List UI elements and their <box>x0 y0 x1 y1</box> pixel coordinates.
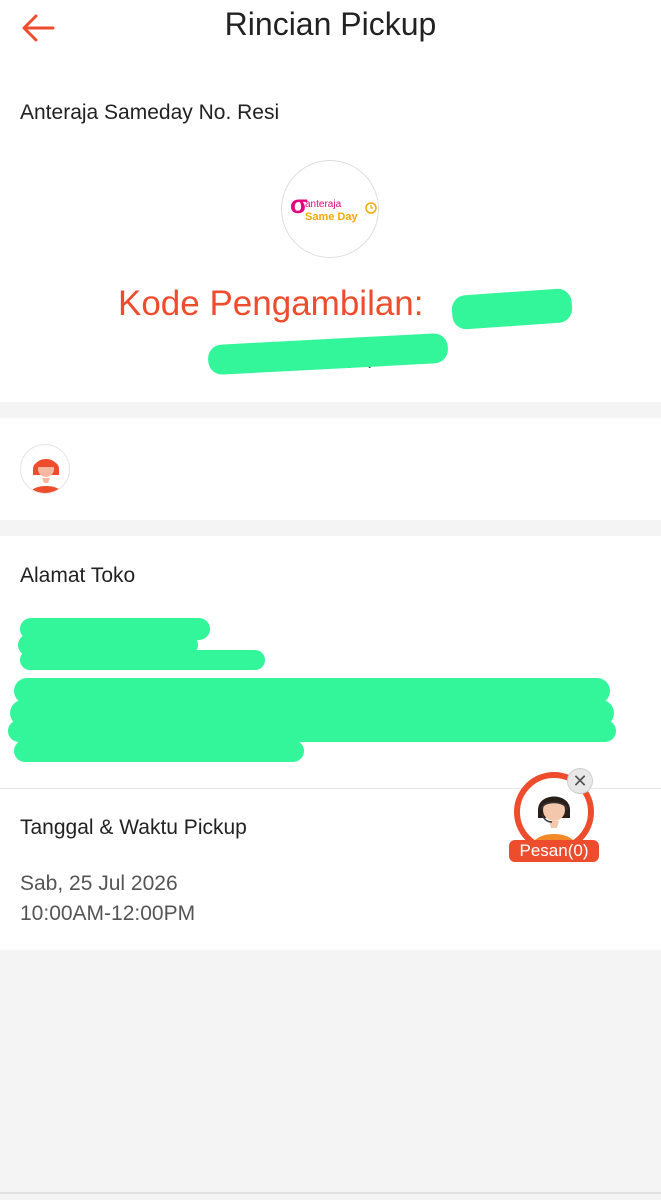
app-header: Rincian Pickup <box>0 0 661 56</box>
close-icon[interactable]: ✕ <box>567 768 593 794</box>
redaction-mark <box>207 332 449 376</box>
redaction-mark <box>20 650 265 670</box>
bottom-divider <box>0 1192 661 1194</box>
chat-message-badge: Pesan(0) <box>509 840 599 862</box>
pickup-time-range: 10:00AM-12:00PM <box>20 902 196 925</box>
logo-text-anteraja: anteraja <box>305 199 342 210</box>
pickup-date: Sab, 25 Jul 2026 <box>20 872 178 895</box>
logo-text-sameday: Same Day <box>305 211 358 223</box>
page-title: Rincian Pickup <box>224 6 437 42</box>
redaction-mark <box>14 740 304 762</box>
redaction-mark <box>8 720 616 742</box>
chat-button[interactable]: ✕ Pesan(0) <box>509 768 601 864</box>
pickup-time-label: Tanggal & Waktu Pickup <box>20 816 247 839</box>
redaction-mark <box>450 287 574 331</box>
courier-label: Anteraja Sameday No. Resi <box>20 101 280 124</box>
address-card: Alamat Toko Tanggal & Waktu Pickup Sab, … <box>0 536 661 950</box>
courier-card: Anteraja Sameday No. Resi σ anteraja Sam… <box>0 56 661 402</box>
courier-logo: σ anteraja Same Day <box>281 160 379 258</box>
pickup-code-label: Kode Pengambilan: <box>118 284 424 323</box>
driver-card <box>0 418 661 520</box>
store-address-label: Alamat Toko <box>20 564 136 587</box>
driver-avatar-icon <box>20 444 70 494</box>
